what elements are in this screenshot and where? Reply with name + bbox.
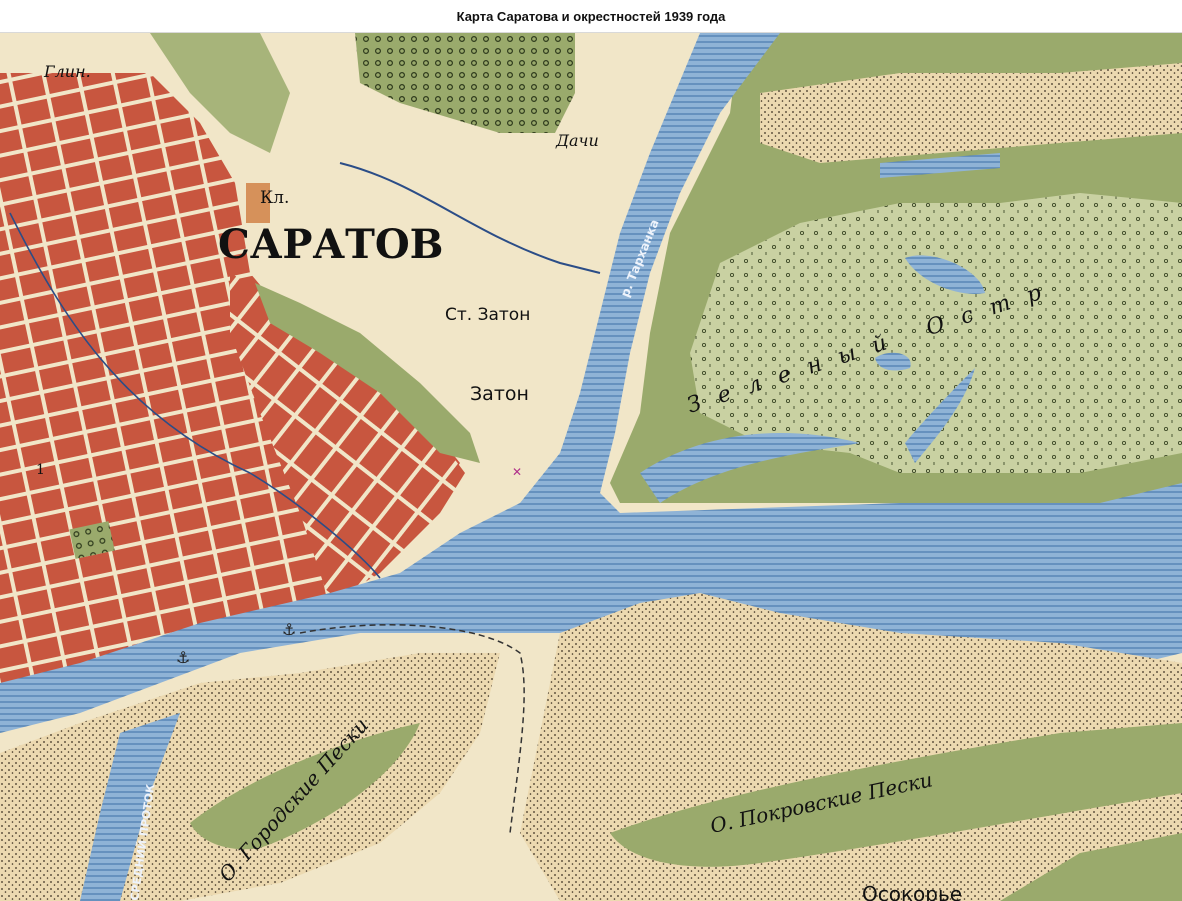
map-canvas[interactable]: ⚓ ⚓ ✕ Глин. Кл. САРАТОВ Дачи Ст. Затон З… [0,33,1182,901]
label-dachi: Дачи [555,131,599,150]
marker-icon: ✕ [512,465,522,479]
label-osokorye: Осокорье [862,882,962,901]
label-st-zaton: Ст. Затон [445,305,530,325]
label-city: САРАТОВ [218,221,444,268]
anchor-icon: ⚓ [176,648,190,667]
label-zaton: Затон [470,383,529,405]
page-title: Карта Саратова и окрестностей 1939 года [0,0,1182,33]
label-kl: Кл. [260,188,289,208]
label-block-number: 1 [36,462,45,478]
label-glink: Глин. [43,62,91,81]
anchor-icon: ⚓ [282,620,296,639]
map-view[interactable]: ⚓ ⚓ ✕ Глин. Кл. САРАТОВ Дачи Ст. Затон З… [0,33,1182,901]
